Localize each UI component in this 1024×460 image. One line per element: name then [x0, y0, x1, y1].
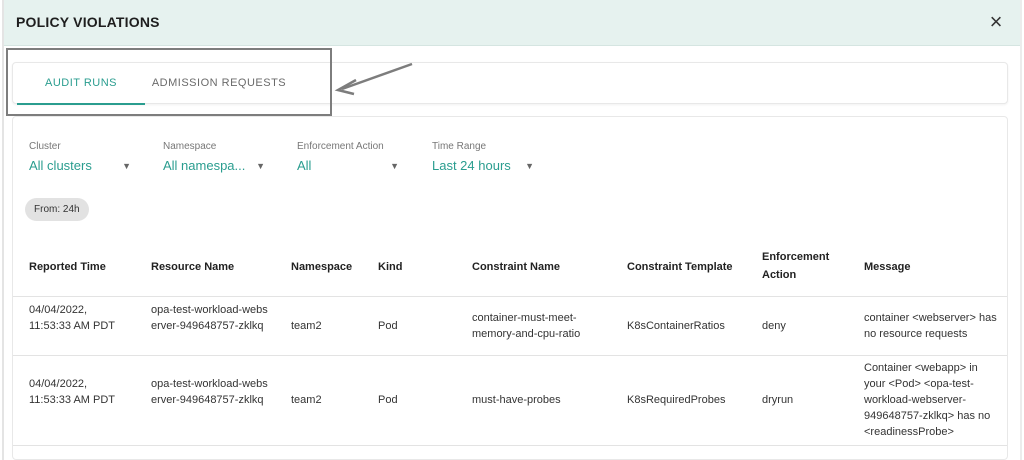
column-header: Kind [378, 261, 403, 273]
message-cell: container <webserver> has no resource re… [864, 312, 997, 340]
annotation-arrow [334, 62, 413, 96]
namespace-select[interactable]: All namespa... ▼ [163, 158, 265, 173]
dialog-title: POLICY VIOLATIONS [16, 14, 160, 30]
time-filter-chip: From: 24h [25, 198, 89, 221]
chevron-down-icon: ▼ [525, 160, 534, 171]
chevron-down-icon: ▼ [390, 160, 399, 171]
constraint-name-cell: container-must-meet-memory-and-cpu-ratio [472, 312, 581, 340]
enforcement-action-filter: Enforcement Action All ▼ [297, 141, 399, 173]
enforcement-action-select[interactable]: All ▼ [297, 158, 399, 173]
audit-runs-panel: Cluster All clusters ▼ Namespace All nam… [12, 116, 1008, 460]
constraint-template-cell: K8sRequiredProbes [627, 394, 726, 406]
filter-value: All namespa... [163, 158, 246, 173]
constraint-name-cell: must-have-probes [472, 394, 561, 406]
violations-table: Reported Time Resource Name Namespace Ki… [13, 237, 1007, 446]
column-header: Namespace [291, 261, 353, 273]
filter-label: Namespace [163, 141, 217, 152]
chevron-down-icon: ▼ [256, 160, 265, 171]
filter-label: Enforcement Action [297, 141, 384, 152]
constraint-template-cell: K8sContainerRatios [627, 320, 725, 332]
column-header: Message [864, 261, 911, 273]
filter-value: Last 24 hours [432, 158, 511, 173]
reported-time-cell: 04/04/2022, 11:53:33 AM PDT [29, 378, 116, 406]
namespace-filter: Namespace All namespa... ▼ [163, 141, 265, 173]
column-header: Resource Name [151, 261, 235, 273]
table-header: Reported Time Resource Name Namespace Ki… [13, 237, 1007, 297]
resource-name-cell: opa-test-workload-webserver-949648757-zk… [151, 304, 268, 332]
table-row[interactable]: 04/04/2022, 11:53:33 AM PDT opa-test-wor… [13, 356, 1007, 446]
namespace-cell: team2 [291, 320, 322, 332]
table-row[interactable]: 04/04/2022, 11:53:33 AM PDT opa-test-wor… [13, 297, 1007, 356]
kind-cell: Pod [378, 320, 398, 332]
right-border [1020, 0, 1022, 460]
filter-value: All clusters [29, 158, 92, 173]
column-header: Constraint Name [472, 261, 561, 273]
reported-time-cell: 04/04/2022, 11:53:33 AM PDT [29, 304, 116, 332]
enforcement-action-cell: deny [762, 320, 786, 332]
annotation-highlight-box [6, 48, 332, 116]
namespace-cell: team2 [291, 394, 322, 406]
resource-name-cell: opa-test-workload-webserver-949648757-zk… [151, 378, 268, 406]
left-border [2, 0, 4, 460]
column-header: Constraint Template [627, 261, 733, 273]
time-range-select[interactable]: Last 24 hours ▼ [432, 158, 534, 173]
filter-label: Time Range [432, 141, 487, 152]
kind-cell: Pod [378, 394, 398, 406]
chevron-down-icon: ▼ [122, 160, 131, 171]
cluster-select[interactable]: All clusters ▼ [29, 158, 131, 173]
column-header: Enforcement Action [762, 251, 830, 281]
time-range-filter: Time Range Last 24 hours ▼ [432, 141, 534, 173]
dialog-header: POLICY VIOLATIONS × [4, 0, 1020, 46]
close-icon[interactable]: × [984, 10, 1008, 34]
message-cell: Container <webapp> in your <Pod> <opa-te… [864, 362, 991, 438]
cluster-filter: Cluster All clusters ▼ [29, 141, 131, 173]
filter-label: Cluster [29, 141, 61, 152]
filter-value: All [297, 158, 312, 173]
enforcement-action-cell: dryrun [762, 394, 794, 406]
column-header: Reported Time [29, 261, 106, 273]
